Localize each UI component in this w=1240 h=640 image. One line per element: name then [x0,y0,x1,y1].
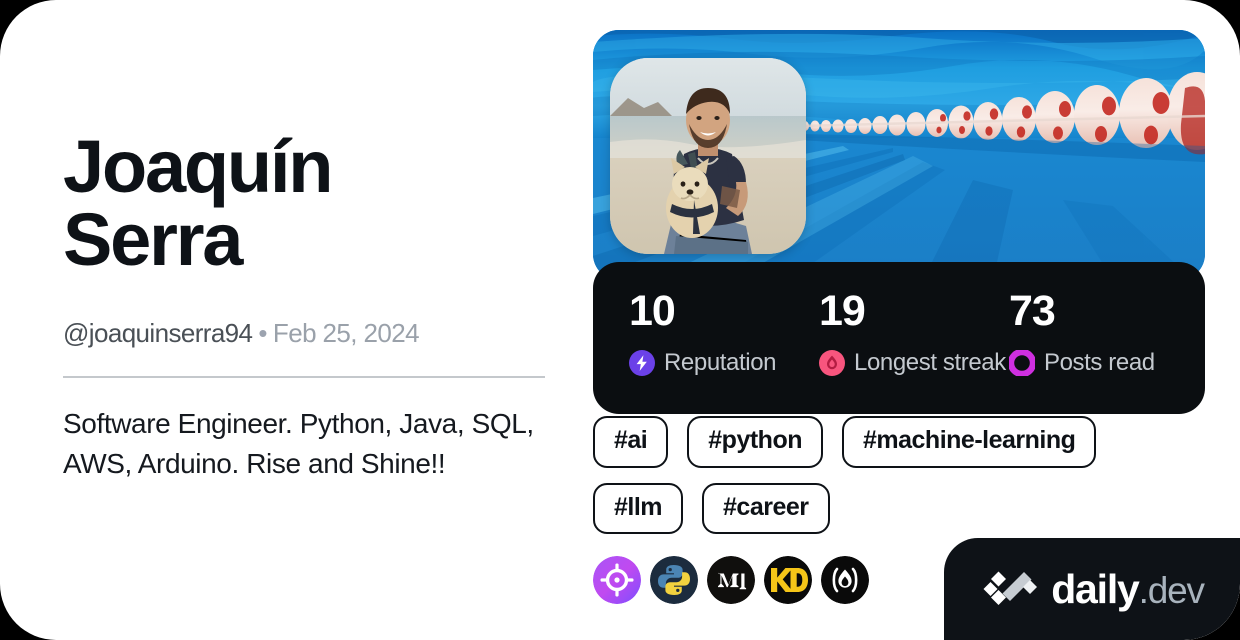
profile-name-line-1: Joaquín [63,125,333,208]
brand-badge: daily .dev [944,538,1240,640]
flame-badge-icon[interactable] [821,556,869,604]
stat-label: Posts read [1044,349,1155,376]
tag-chip[interactable]: #machine-learning [841,416,1097,468]
crosshair-target-icon[interactable] [593,556,641,604]
stat-posts-read: 73 Posts read [1009,290,1199,414]
joined-date: Feb 25, 2024 [272,317,420,348]
kdnuggets-logo-icon[interactable] [764,556,812,604]
divider [63,375,545,378]
tag-list: #ai #python #machine-learning #llm #care… [593,416,1205,534]
page-title: Joaquín Serra [63,125,393,282]
flame-icon [819,350,845,376]
screenshot-stage: Joaquín Serra @joaquinserra94 • Feb 25, 20… [0,0,1240,640]
brand-name-light: .dev [1138,569,1205,611]
stat-value: 10 [629,287,676,335]
profile-handle: @joaquinserra94 [63,317,253,348]
separator-dot: • [258,317,267,348]
stat-value: 73 [1009,287,1056,335]
profile-info-column: Joaquín Serra @joaquinserra94 • Feb 25, 20… [63,125,563,484]
daily-dev-logo-icon [983,571,1038,605]
stat-label: Reputation [664,349,777,376]
avatar-art [610,58,806,254]
tag-chip[interactable]: #ai [593,416,669,468]
stat-value: 19 [819,287,866,335]
tag-chip[interactable]: #python [687,416,823,468]
tag-chip[interactable]: #llm [593,482,684,534]
stat-label-row: Longest streak [819,349,1009,377]
profile-bio: Software Engineer. Python, Java, SQL, AW… [63,407,534,479]
tag-chip[interactable]: #career [702,482,830,534]
stats-panel: 10 Reputation 19 Longest streak 73 Posts… [593,262,1205,414]
medium-logo-icon[interactable] [707,556,755,604]
profile-card: Joaquín Serra @joaquinserra94 • Feb 25, 20… [0,0,1240,640]
profile-media-column: 10 Reputation 19 Longest streak 73 Posts… [593,30,1205,604]
avatar [610,58,806,254]
ring-icon [1009,350,1035,376]
stat-label: Longest streak [854,349,1006,376]
stat-label-row: Posts read [1009,349,1199,377]
profile-name-line-2: Serra [63,198,243,282]
bolt-icon [629,350,655,376]
stat-longest-streak: 19 Longest streak [819,290,1009,414]
cover-image [593,30,1205,280]
source-list [593,556,869,604]
handle-and-date-row: @joaquinserra94 • Feb 25, 2024 [63,320,563,346]
python-logo-icon[interactable] [650,556,698,604]
stat-reputation: 10 Reputation [629,290,819,414]
stat-label-row: Reputation [629,349,819,377]
brand-wordmark: daily .dev [1051,565,1205,612]
brand-name-bold: daily [1051,565,1140,612]
